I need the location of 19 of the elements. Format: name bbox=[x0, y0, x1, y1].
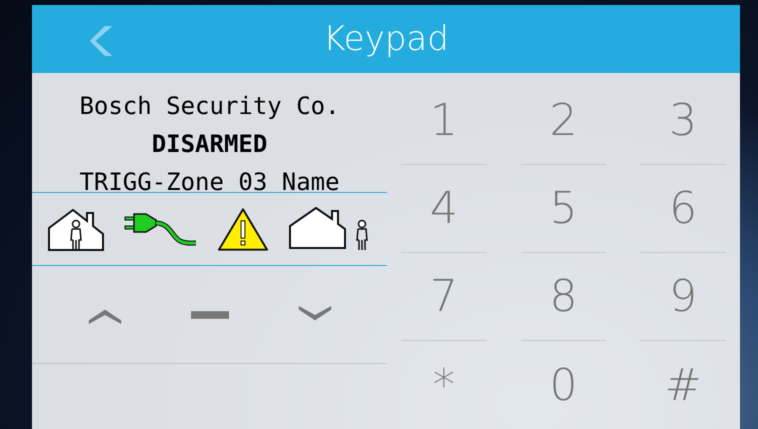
keypad-key[interactable]: 0 bbox=[520, 341, 606, 429]
keypad-key[interactable]: * bbox=[401, 341, 487, 429]
keypad-key[interactable]: # bbox=[640, 341, 726, 429]
screen-title: Keypad bbox=[323, 19, 449, 59]
keypad-key[interactable]: 4 bbox=[401, 165, 487, 253]
dash-icon[interactable] bbox=[190, 310, 228, 318]
display-line: TRIGG-Zone 03 Name bbox=[79, 167, 340, 198]
keypad-key[interactable]: 9 bbox=[640, 253, 726, 341]
display-line: Bosch Security Co. bbox=[79, 91, 340, 122]
keypad-key[interactable]: 3 bbox=[640, 77, 726, 165]
house-person-icon bbox=[47, 206, 106, 252]
keypad-key[interactable]: 8 bbox=[520, 253, 606, 341]
keypad-key[interactable]: 5 bbox=[520, 165, 606, 253]
keypad-key[interactable]: 2 bbox=[520, 77, 606, 165]
keypad-key[interactable]: 1 bbox=[401, 77, 487, 165]
keypad-key[interactable]: 7 bbox=[401, 253, 487, 341]
display-line: DISARMED bbox=[152, 129, 268, 160]
warning-icon bbox=[216, 206, 269, 252]
keypad-key[interactable]: 6 bbox=[640, 165, 726, 253]
